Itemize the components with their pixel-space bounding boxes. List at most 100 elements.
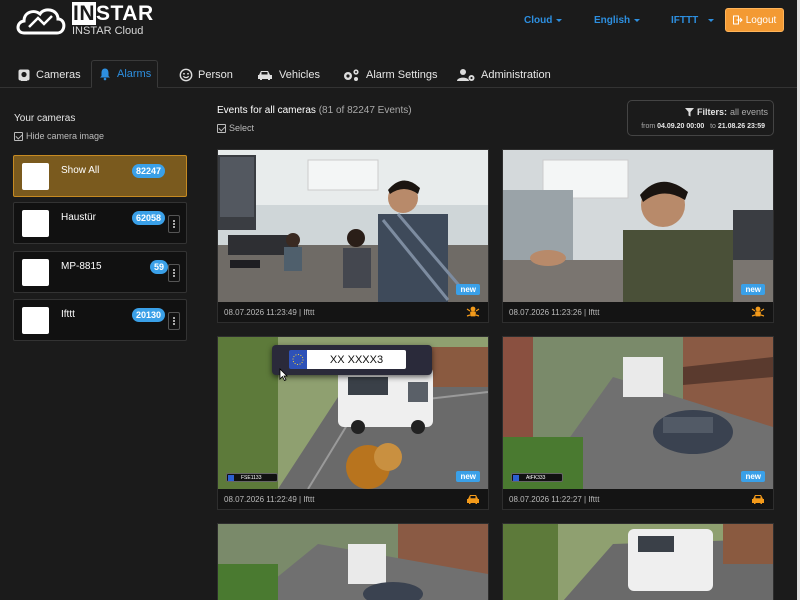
tab-vehicles-label: Vehicles [279, 69, 320, 81]
language-menu[interactable]: English [594, 15, 641, 26]
camera-thumbnail [22, 163, 49, 190]
camera-thumbnail [22, 307, 49, 334]
event-timestamp: 08.07.2026 11:23:26 | Ifttt [509, 307, 600, 317]
camera-item-show-all[interactable]: Show All 82247 [13, 155, 187, 197]
event-footer: 08.07.2026 11:23:49 | Ifttt [218, 302, 488, 322]
events-title-text: Events for all cameras [217, 105, 316, 116]
tab-administration[interactable]: Administration [450, 61, 557, 89]
hide-camera-image-toggle[interactable]: Hide camera image [14, 131, 104, 141]
select-toggle[interactable]: Select [217, 123, 254, 133]
tab-person[interactable]: Person [173, 61, 239, 89]
chevron-down-icon [708, 19, 715, 22]
event-footer: 08.07.2026 11:22:27 | Ifttt [503, 489, 773, 509]
checkbox-icon [217, 123, 226, 133]
vehicle-alarm-icon [752, 495, 764, 504]
event-timestamp: 08.07.2026 11:22:49 | Ifttt [224, 494, 315, 504]
cloud-menu[interactable]: Cloud [524, 15, 563, 26]
event-snapshot-image[interactable] [218, 524, 488, 600]
filters-label: Filters: [696, 107, 727, 117]
camera-item-haustur[interactable]: Haustür 62058 [13, 202, 187, 244]
to-date: 21.08.26 23:59 [717, 123, 765, 130]
license-plate-thumb: FSE1133 [226, 473, 278, 482]
camera-name: Haustür [61, 212, 97, 223]
tab-alarm-settings-label: Alarm Settings [366, 69, 438, 81]
brand-subtitle: INSTAR Cloud [72, 25, 144, 37]
checkbox-icon [14, 131, 23, 141]
chevron-down-icon [634, 19, 641, 22]
event-card[interactable] [217, 523, 489, 600]
bell-icon [100, 68, 110, 81]
camera-event-count: 82247 [132, 164, 166, 178]
filters-button[interactable]: Filters: all events from 04.09.20 00:00 … [627, 100, 774, 136]
user-gear-icon [457, 69, 475, 81]
person-alarm-icon [466, 306, 480, 317]
event-snapshot-image[interactable] [503, 337, 773, 489]
vehicle-alarm-icon [467, 495, 479, 504]
event-card[interactable]: AtFK333 new 08.07.2026 11:22:27 | Ifttt [502, 336, 774, 510]
car-icon [258, 71, 272, 80]
new-badge: new [456, 284, 480, 295]
date-range: from 04.09.20 00:00 to 21.08.26 23:59 [641, 123, 765, 130]
eu-flag-icon [289, 350, 307, 369]
camera-name: Ifttt [61, 309, 75, 320]
camera-name: MP-8815 [61, 261, 102, 272]
license-plate-text: XX XXXX3 [307, 350, 406, 369]
camera-item-mp-8815[interactable]: MP-8815 59 [13, 251, 187, 293]
language-menu-label: English [594, 15, 631, 26]
tab-person-label: Person [198, 69, 233, 81]
select-label: Select [229, 123, 255, 133]
event-card[interactable]: new 08.07.2026 11:23:49 | Ifttt [217, 149, 489, 323]
cloud-logo-icon[interactable] [14, 3, 66, 37]
from-date: 04.09.20 00:00 [657, 123, 705, 130]
mouse-cursor-icon [279, 368, 288, 381]
tab-alarm-settings[interactable]: Alarm Settings [335, 61, 444, 89]
ifttt-menu-label: IFTTT [671, 15, 699, 26]
new-badge: new [741, 471, 765, 482]
ifttt-menu[interactable]: IFTTT [671, 15, 715, 26]
gears-icon [344, 69, 359, 81]
tab-alarms-label: Alarms [117, 68, 152, 80]
chevron-down-icon [556, 19, 563, 22]
new-badge: new [456, 471, 480, 482]
top-bar: INSTAR INSTAR Cloud Cloud English IFTTT … [0, 0, 800, 58]
tab-administration-label: Administration [481, 69, 551, 81]
event-timestamp: 08.07.2026 11:22:27 | Ifttt [509, 494, 600, 504]
smiley-icon [179, 68, 193, 82]
logout-label: Logout [745, 14, 777, 26]
camera-item-ifttt[interactable]: Ifttt 20130 [13, 299, 187, 341]
new-badge: new [741, 284, 765, 295]
camera-event-count: 59 [150, 260, 169, 274]
tab-vehicles[interactable]: Vehicles [250, 61, 326, 89]
events-count: (81 of 82247 Events) [318, 105, 412, 116]
event-snapshot-image[interactable] [503, 524, 773, 600]
event-card[interactable]: new 08.07.2026 11:23:26 | Ifttt [502, 149, 774, 323]
event-timestamp: 08.07.2026 11:23:49 | Ifttt [224, 307, 315, 317]
camera-thumbnail [22, 259, 49, 286]
events-title: Events for all cameras (81 of 82247 Even… [217, 105, 412, 116]
filters-value: all events [729, 107, 768, 117]
license-plate-popup: XX XXXX3 [272, 345, 432, 375]
hide-camera-image-label: Hide camera image [26, 131, 105, 141]
event-footer: 08.07.2026 11:22:49 | Ifttt [218, 489, 488, 509]
camera-event-count: 62058 [132, 211, 166, 225]
event-card[interactable] [502, 523, 774, 600]
filter-icon [684, 107, 694, 116]
event-snapshot-image[interactable] [503, 150, 773, 302]
camera-menu-button[interactable] [168, 264, 180, 282]
camera-name: Show All [61, 165, 100, 176]
logout-button[interactable]: Logout [725, 8, 784, 32]
tab-cameras[interactable]: Cameras [11, 61, 87, 89]
camera-menu-button[interactable] [168, 215, 180, 233]
license-plate-thumb: AtFK333 [511, 473, 563, 482]
event-snapshot-image[interactable] [218, 150, 488, 302]
camera-menu-button[interactable] [168, 312, 180, 330]
cameras-heading: Your cameras [14, 113, 76, 124]
camera-event-count: 20130 [132, 308, 166, 322]
camera-thumbnail [22, 210, 49, 237]
sign-out-icon [732, 15, 743, 25]
person-alarm-icon [751, 306, 765, 317]
event-footer: 08.07.2026 11:23:26 | Ifttt [503, 302, 773, 322]
brand-logo: INSTAR [72, 2, 154, 25]
tab-alarms[interactable]: Alarms [91, 60, 159, 88]
cloud-menu-label: Cloud [524, 15, 553, 26]
